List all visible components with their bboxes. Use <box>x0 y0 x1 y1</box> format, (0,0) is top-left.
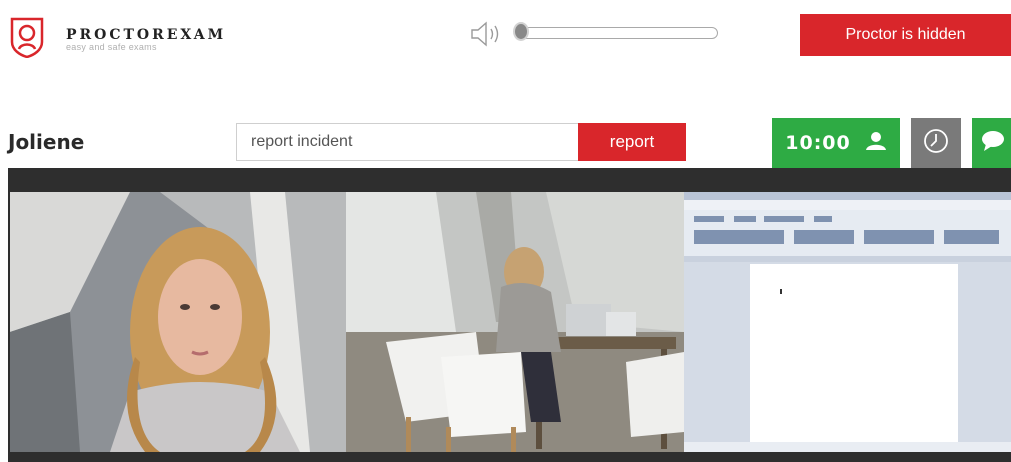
video-strip <box>8 168 1011 462</box>
proctor-visibility-button[interactable]: Proctor is hidden <box>800 14 1011 56</box>
speaker-icon[interactable] <box>470 21 504 47</box>
chat-bubble-icon <box>981 130 1005 157</box>
student-name: Joliene <box>8 130 85 154</box>
screen-share-feed[interactable] <box>684 192 1011 452</box>
proctorexam-logo <box>9 16 45 59</box>
clock-button[interactable] <box>911 118 961 168</box>
brand-tagline: easy and safe exams <box>66 42 157 52</box>
clock-icon <box>923 128 949 159</box>
webcam-feed[interactable] <box>10 192 346 452</box>
timer-button[interactable]: 10:00 <box>772 118 900 168</box>
brand-name: PROCTOREXAM <box>66 27 227 43</box>
user-icon <box>865 131 887 156</box>
room-camera-feed[interactable] <box>346 192 684 452</box>
report-incident-input[interactable]: report incident <box>236 123 579 161</box>
brand: PROCTOREXAM easy and safe exams <box>66 27 226 52</box>
volume-slider-handle[interactable] <box>513 22 529 41</box>
chat-button[interactable] <box>972 118 1011 168</box>
volume-slider-track[interactable] <box>520 27 718 39</box>
report-button[interactable]: report <box>578 123 686 161</box>
timer-value: 10:00 <box>785 132 851 154</box>
